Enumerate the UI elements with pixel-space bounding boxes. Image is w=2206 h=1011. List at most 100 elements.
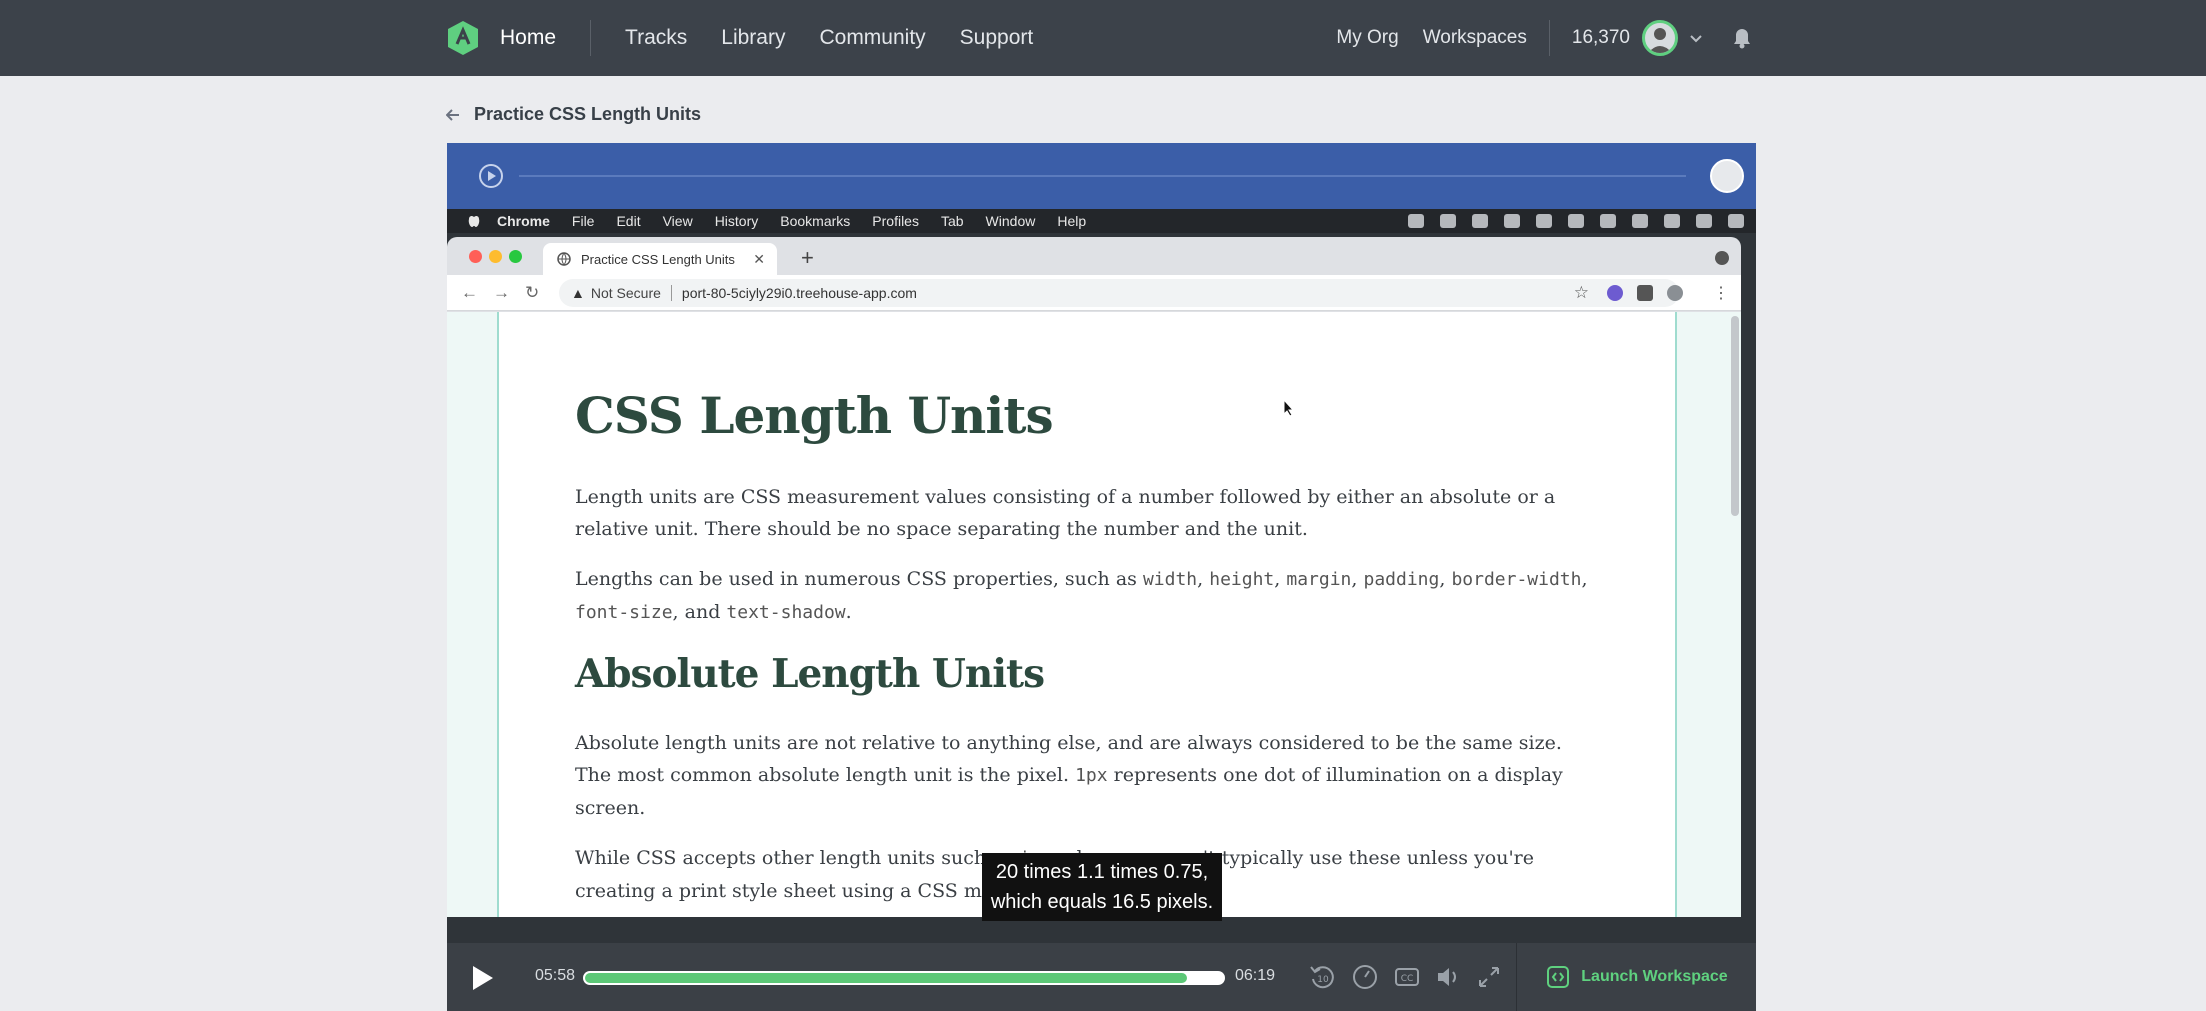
launch-workspace-button[interactable]: Launch Workspace <box>1516 943 1756 1011</box>
gear-icon <box>1536 214 1552 228</box>
record-icon <box>1408 214 1424 228</box>
play-circle-icon[interactable] <box>478 163 504 189</box>
mac-menu-help: Help <box>1057 213 1087 229</box>
caption-line-1: 20 times 1.1 times 0.75, <box>995 861 1209 883</box>
forward-arrow-icon: → <box>493 283 510 302</box>
siri-icon <box>1696 214 1712 228</box>
mac-menu-tab: Tab <box>940 213 964 229</box>
close-window-icon <box>469 250 482 263</box>
bell-icon[interactable] <box>1728 24 1756 52</box>
current-time: 05:58 <box>535 967 576 984</box>
code-1px: 1px <box>1075 765 1108 786</box>
code-font-size: font-size <box>575 602 673 623</box>
p2-and: and <box>684 601 721 623</box>
mouse-cursor-icon <box>1283 399 1295 417</box>
paragraph-1: Length units are CSS measurement values … <box>575 486 1556 540</box>
code-border-width: border-width <box>1451 569 1582 590</box>
section-heading: Absolute Length Units <box>575 651 1045 697</box>
list-icon <box>1440 214 1456 228</box>
mac-status-icons <box>1392 214 1744 228</box>
globe-icon <box>557 252 571 266</box>
not-secure-label: Not Secure <box>591 285 672 301</box>
maximize-window-icon <box>509 250 522 263</box>
address-bar-row: ← → ↻ ▲ Not Secure port-80-5ciyly29i0.tr… <box>447 275 1741 311</box>
url-field: ▲ Not Secure port-80-5ciyly29i0.treehous… <box>559 279 1679 307</box>
progress-fill <box>585 973 1187 983</box>
chrome-window: Practice CSS Length Units ✕ + ← → ↻ ▲ No… <box>447 237 1741 917</box>
nav-support-link[interactable]: Support <box>960 26 1034 50</box>
workspace-icon <box>1547 966 1570 988</box>
tab-search-icon <box>1715 251 1729 265</box>
nav-divider <box>590 20 592 56</box>
p2-text: Lengths can be used in numerous CSS prop… <box>575 568 1143 590</box>
treehouse-logo-icon[interactable] <box>446 20 480 56</box>
code-margin: margin <box>1286 569 1352 590</box>
rewind-10-icon[interactable]: 10 <box>1307 961 1339 993</box>
control-center-icon <box>1664 214 1680 228</box>
code-text-shadow: text-shadow <box>726 602 846 623</box>
bars-icon <box>1472 214 1488 228</box>
video-player[interactable]: Chrome File Edit View History Bookmarks … <box>447 143 1756 1011</box>
wifi-icon <box>1600 214 1616 228</box>
reload-icon: ↻ <box>525 283 540 302</box>
play-icon[interactable] <box>467 963 497 993</box>
points-count: 16,370 <box>1571 27 1630 48</box>
search-icon <box>1568 214 1584 228</box>
top-navigation: Home Tracks Library Community Support My… <box>0 0 2206 76</box>
speed-icon[interactable] <box>1349 961 1381 993</box>
video-caption: 20 times 1.1 times 0.75, which equals 16… <box>982 853 1222 921</box>
web-page: CSS Length Units Length units are CSS me… <box>447 312 1741 917</box>
tab-strip: Practice CSS Length Units ✕ + <box>447 237 1741 275</box>
progress-bar[interactable] <box>583 971 1225 985</box>
puzzle-icon <box>1637 285 1653 301</box>
new-tab-icon: + <box>801 245 814 270</box>
page-content: CSS Length Units Length units are CSS me… <box>497 312 1677 917</box>
instructor-avatar <box>1710 159 1744 193</box>
fullscreen-icon[interactable] <box>1473 961 1505 993</box>
video-header-bar <box>447 143 1756 209</box>
chevron-down-icon[interactable] <box>1686 28 1706 48</box>
breadcrumb[interactable]: Practice CSS Length Units <box>446 104 701 125</box>
nav-tracks-link[interactable]: Tracks <box>625 26 687 50</box>
mac-menu-profiles: Profiles <box>872 213 919 229</box>
close-tab-icon: ✕ <box>753 250 765 267</box>
screen-icon <box>1504 214 1520 228</box>
browser-tab: Practice CSS Length Units ✕ <box>543 243 777 275</box>
nav-home-link[interactable]: Home <box>500 26 556 50</box>
caption-line-2: which equals 16.5 pixels. <box>990 891 1214 913</box>
clock-icon <box>1728 214 1744 228</box>
code-height: height <box>1209 569 1275 590</box>
closed-captions-icon[interactable]: CC <box>1391 961 1423 993</box>
profile-avatar <box>1667 285 1683 301</box>
back-arrow-icon: ← <box>461 283 478 302</box>
svg-text:CC: CC <box>1401 974 1414 984</box>
mac-menubar: Chrome File Edit View History Bookmarks … <box>447 209 1756 233</box>
arrow-left-icon[interactable] <box>446 108 460 122</box>
breadcrumb-title[interactable]: Practice CSS Length Units <box>474 104 701 125</box>
player-controls: 05:58 06:19 10 CC Launch Workspace <box>447 943 1756 1011</box>
volume-icon[interactable] <box>1432 961 1464 993</box>
page-scrollbar <box>1731 316 1739 516</box>
duration-time: 06:19 <box>1235 967 1276 984</box>
warning-icon: ▲ <box>571 285 585 301</box>
article: CSS Length Units Length units are CSS me… <box>575 386 1595 917</box>
workspaces-link[interactable]: Workspaces <box>1423 27 1527 49</box>
user-avatar[interactable] <box>1642 20 1678 56</box>
p4-text: While CSS accepts other length units suc… <box>575 847 1020 869</box>
apple-icon <box>468 215 480 227</box>
kebab-menu-icon: ⋮ <box>1713 285 1729 302</box>
my-org-link[interactable]: My Org <box>1336 27 1398 49</box>
spotlight-icon <box>1632 214 1648 228</box>
article-title: CSS Length Units <box>575 386 1054 445</box>
mac-menu-window: Window <box>985 213 1036 229</box>
video-header-line <box>519 175 1686 177</box>
nav-community-link[interactable]: Community <box>819 26 925 50</box>
paragraph-3: Absolute length units are not relative t… <box>575 727 1595 824</box>
mac-menu-edit: Edit <box>616 213 641 229</box>
minimize-window-icon <box>489 250 502 263</box>
mac-menu-file: File <box>571 213 595 229</box>
svg-text:10: 10 <box>1317 975 1329 985</box>
bookmark-star-icon: ☆ <box>1573 283 1589 302</box>
tab-title: Practice CSS Length Units <box>581 251 735 267</box>
nav-library-link[interactable]: Library <box>721 26 785 50</box>
